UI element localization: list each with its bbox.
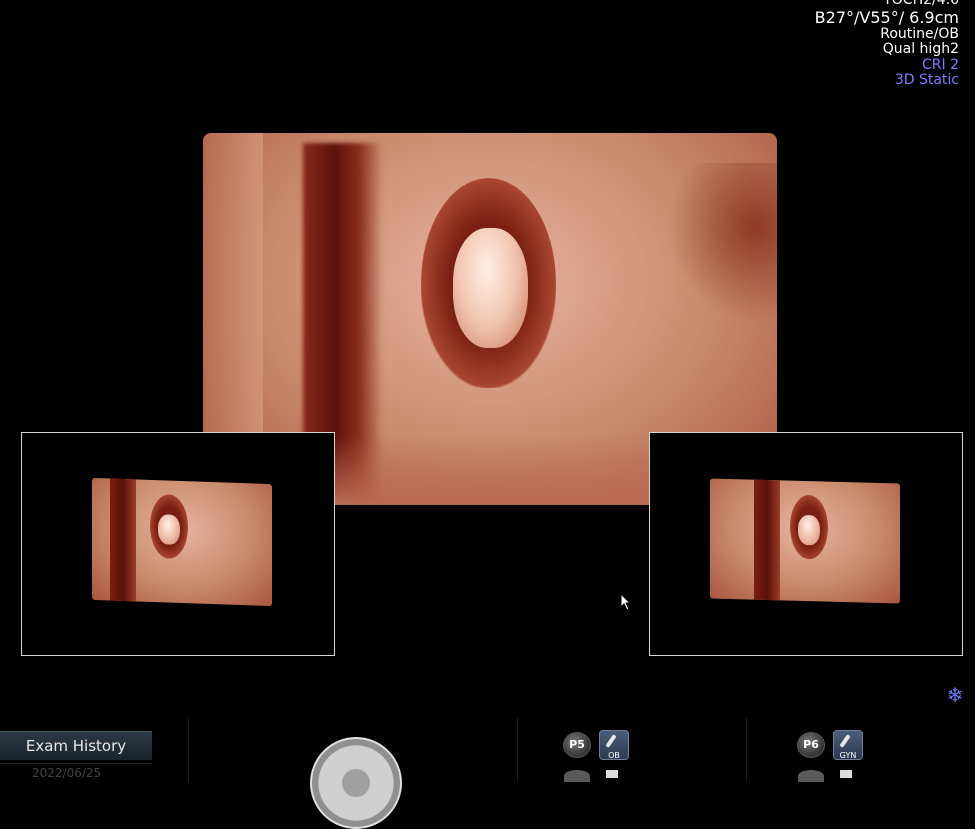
trackball-control[interactable] [310,737,402,829]
info-line-quality: Qual high2 [882,41,959,57]
probe-icon [839,734,851,748]
embryo [453,228,528,348]
exam-history-button[interactable]: Exam History [0,731,152,760]
info-line-cri: CRI 2 [922,56,959,73]
probe-ob-label: OB [608,751,620,760]
info-line-preset: Routine/OB [880,25,959,42]
snowflake-icon[interactable]: ❄ [944,684,966,706]
divider [746,718,747,782]
thumbnail-render-right [710,478,900,604]
mouse-pointer-icon [620,593,632,611]
probe-gyn-button[interactable]: GYN [833,730,863,760]
thumbnail-render-left [92,477,272,607]
knob-icon[interactable] [564,770,590,782]
info-line-mode: 3D Static [894,72,959,88]
camera-icon[interactable] [840,770,852,778]
preset-p5-button[interactable]: P5 [563,732,591,758]
camera-icon[interactable] [606,770,618,778]
thumbnail-view-right[interactable] [649,432,963,656]
thumbnail-view-left[interactable] [21,432,335,656]
probe-gyn-label: GYN [839,751,857,760]
preset-p6-button[interactable]: P6 [797,732,825,758]
probe-ob-button[interactable]: OB [599,730,629,760]
acquisition-info: TOCH2/4.6 B27°/V55°/ 6.9cm Routine/OB Qu… [815,0,959,89]
exam-date: 2022/06/25 [0,763,152,782]
knob-icon[interactable] [798,770,824,782]
divider [517,718,518,782]
divider [188,718,189,782]
info-line-angles: B27°/V55°/ 6.9cm [814,7,959,27]
probe-icon [605,734,617,748]
